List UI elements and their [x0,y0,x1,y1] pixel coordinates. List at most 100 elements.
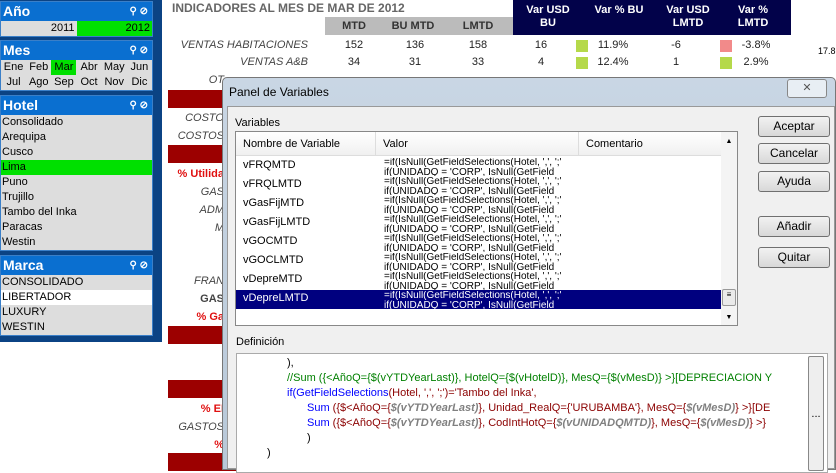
definition-label: Definición [236,336,285,348]
variable-row[interactable]: vFRQMTD =if(IsNull(GetFieldSelections(Hot… [236,157,722,176]
row-label: OT [208,74,224,86]
month-may[interactable]: May [101,60,127,75]
row-label: M [214,222,224,234]
col-name[interactable]: Nombre de Variable [236,132,376,156]
variables-list[interactable]: Nombre de Variable Valor Comentario vFRQ… [235,131,738,326]
remove-button[interactable]: Quitar [758,247,830,268]
row-label: VENTAS A&B [240,56,308,68]
month-abr[interactable]: Abr [76,60,102,75]
hotel-item[interactable]: Westin [1,235,152,250]
listbox-anio: Año ⚲ ⊘ 2011 2012 [0,1,153,37]
hotel-item[interactable]: Cusco [1,145,152,160]
code-line: ), [287,357,294,369]
month-jul[interactable]: Jul [1,75,27,90]
marca-item[interactable]: CONSOLIDADO [1,275,152,290]
listbox-title: Mes [3,42,31,58]
value-line: if(UNIDADQ = 'CORP', IsNull(GetField [384,224,555,234]
variable-value: =if(IsNull(GetFieldSelections(Hotel, ','… [384,272,574,290]
col-bu-mtd: BU MTD [383,17,443,35]
variable-row[interactable]: vGasFijMTD =if(IsNull(GetFieldSelections(… [236,195,722,214]
code-token: }, MesQ={ [651,417,701,429]
variable-value: =if(IsNull(GetFieldSelections(Hotel, ','… [384,177,574,195]
listbox-mes: Mes ⚲ ⊘ Ene Feb Mar Abr May Jun Jul Ago Sep Oct Nov… [0,40,153,91]
code-token: (Hotel, ',', ';')='Tambo del Inka', [388,387,537,399]
year-2011[interactable]: 2011 [1,21,77,36]
month-nov[interactable]: Nov [101,75,127,90]
row-label: % EI [200,403,224,415]
dialog-body: Variables Nombre de Variable Valor Comen… [227,106,835,473]
month-dic[interactable]: Dic [126,75,152,90]
listbox-marca: Marca ⚲ ⊘ CONSOLIDADO LIBERTADOR LUXURY WEST… [0,255,153,336]
variable-value: =if(IsNull(GetFieldSelections(Hotel, ','… [384,196,574,214]
variable-row[interactable]: vFRQLMTD =if(IsNull(GetFieldSelections(Ho… [236,176,722,195]
variable-row[interactable]: vDepreLMTD =if(IsNull(GetFieldSelections(… [236,290,722,309]
code-token: Sum [307,402,330,414]
cell-var_usd_lmtd: 1 [672,56,680,68]
definition-editor[interactable]: ), //Sum ({<AñoQ={$(vYTDYearLast)}, Hote… [236,353,828,473]
month-ene[interactable]: Ene [1,60,27,75]
filter-sidebar: Año ⚲ ⊘ 2011 2012 Mes ⚲ ⊘ Ene Feb Mar Abr May J… [0,0,162,342]
cell-var_usd_bu: 4 [537,56,545,68]
month-ago[interactable]: Ago [26,75,52,90]
variable-row[interactable]: vGOCLMTD =if(IsNull(GetFieldSelections(Ho… [236,252,722,271]
month-sep[interactable]: Sep [51,75,77,90]
code-line: Sum ({$<AñoQ={$(vYTDYearLast)}, CodIntHo… [237,416,827,431]
marca-item[interactable]: LIBERTADOR [1,290,152,305]
hotel-item[interactable]: Puno [1,175,152,190]
code-line: ) [307,432,311,444]
hotel-item[interactable]: Trujillo [1,190,152,205]
code-token: }, CodIntHotQ={ [478,417,557,429]
cancel-button[interactable]: Cancelar [758,143,830,164]
marca-list: CONSOLIDADO LIBERTADOR LUXURY WESTIN [1,275,152,335]
cell-var_pct_lmtd: -3.8% [741,39,771,51]
cell-lmtd: 158 [468,39,488,51]
hotel-item[interactable]: Consolidado [1,115,152,130]
expand-editor-button[interactable]: ... [808,356,824,471]
search-icon[interactable]: ⚲ ⊘ [130,41,148,60]
code-token: }, Unidad_RealQ={'URUBAMBA'}, MesQ={ [478,402,687,414]
hotel-item[interactable]: Paracas [1,220,152,235]
variable-name: vFRQMTD [243,159,296,171]
scroll-down-icon[interactable]: ▼ [721,314,737,321]
month-mar[interactable]: Mar [51,60,77,75]
variable-name: vGOCLMTD [243,254,304,266]
search-icon[interactable]: ⚲ ⊘ [130,256,148,275]
list-scrollbar[interactable]: ▲ ≡ ▼ [721,132,737,325]
variable-row[interactable]: vGOCMTD =if(IsNull(GetFieldSelections(Hot… [236,233,722,252]
col-value[interactable]: Valor [376,132,579,156]
search-icon[interactable]: ⚲ ⊘ [130,2,148,21]
variable-row[interactable]: vDepreMTD =if(IsNull(GetFieldSelections(H… [236,271,722,290]
month-feb[interactable]: Feb [26,60,52,75]
side-value: 17.8 [818,46,836,56]
row-label: GAS [200,186,224,198]
col-mtd: MTD [325,17,383,35]
marca-item[interactable]: LUXURY [1,305,152,320]
accept-button[interactable]: Aceptar [758,116,830,137]
search-icon[interactable]: ⚲ ⊘ [130,96,148,115]
close-button[interactable]: ✕ [787,79,827,98]
year-2012[interactable]: 2012 [76,21,152,36]
variable-name: vGOCMTD [243,235,298,247]
hotel-item[interactable]: Lima [1,160,152,175]
code-line: //Sum ({<AñoQ={$(vYTDYearLast)}, HotelQ=… [287,372,773,384]
help-button[interactable]: Ayuda [758,171,830,192]
scroll-up-icon[interactable]: ▲ [721,138,737,145]
scroll-thumb[interactable]: ≡ [722,289,736,306]
value-line: if(UNIDADQ = 'CORP', IsNull(GetField [384,186,555,196]
listbox-hotel: Hotel ⚲ ⊘ Consolidado Arequipa Cusco Lima Pun… [0,95,153,251]
code-token: GetFieldSelections [296,387,389,399]
hotel-item[interactable]: Arequipa [1,130,152,145]
month-oct[interactable]: Oct [76,75,102,90]
variable-name: vDepreLMTD [243,292,309,304]
hotel-item[interactable]: Tambo del Inka [1,205,152,220]
code-token: $(vMesD) [700,417,750,429]
month-jun[interactable]: Jun [126,60,152,75]
col-comment[interactable]: Comentario [579,132,722,156]
variable-row[interactable]: vGasFijLMTD =if(IsNull(GetFieldSelections… [236,214,722,233]
variables-label: Variables [235,117,281,129]
hotel-list: Consolidado Arequipa Cusco Lima Puno Trujillo… [1,115,152,250]
cell-var_pct_bu: 11.9% [597,39,629,51]
month-grid: Ene Feb Mar Abr May Jun Jul Ago Sep Oct Nov Dic [1,60,152,90]
marca-item[interactable]: WESTIN [1,320,152,335]
add-button[interactable]: Añadir [758,216,830,237]
